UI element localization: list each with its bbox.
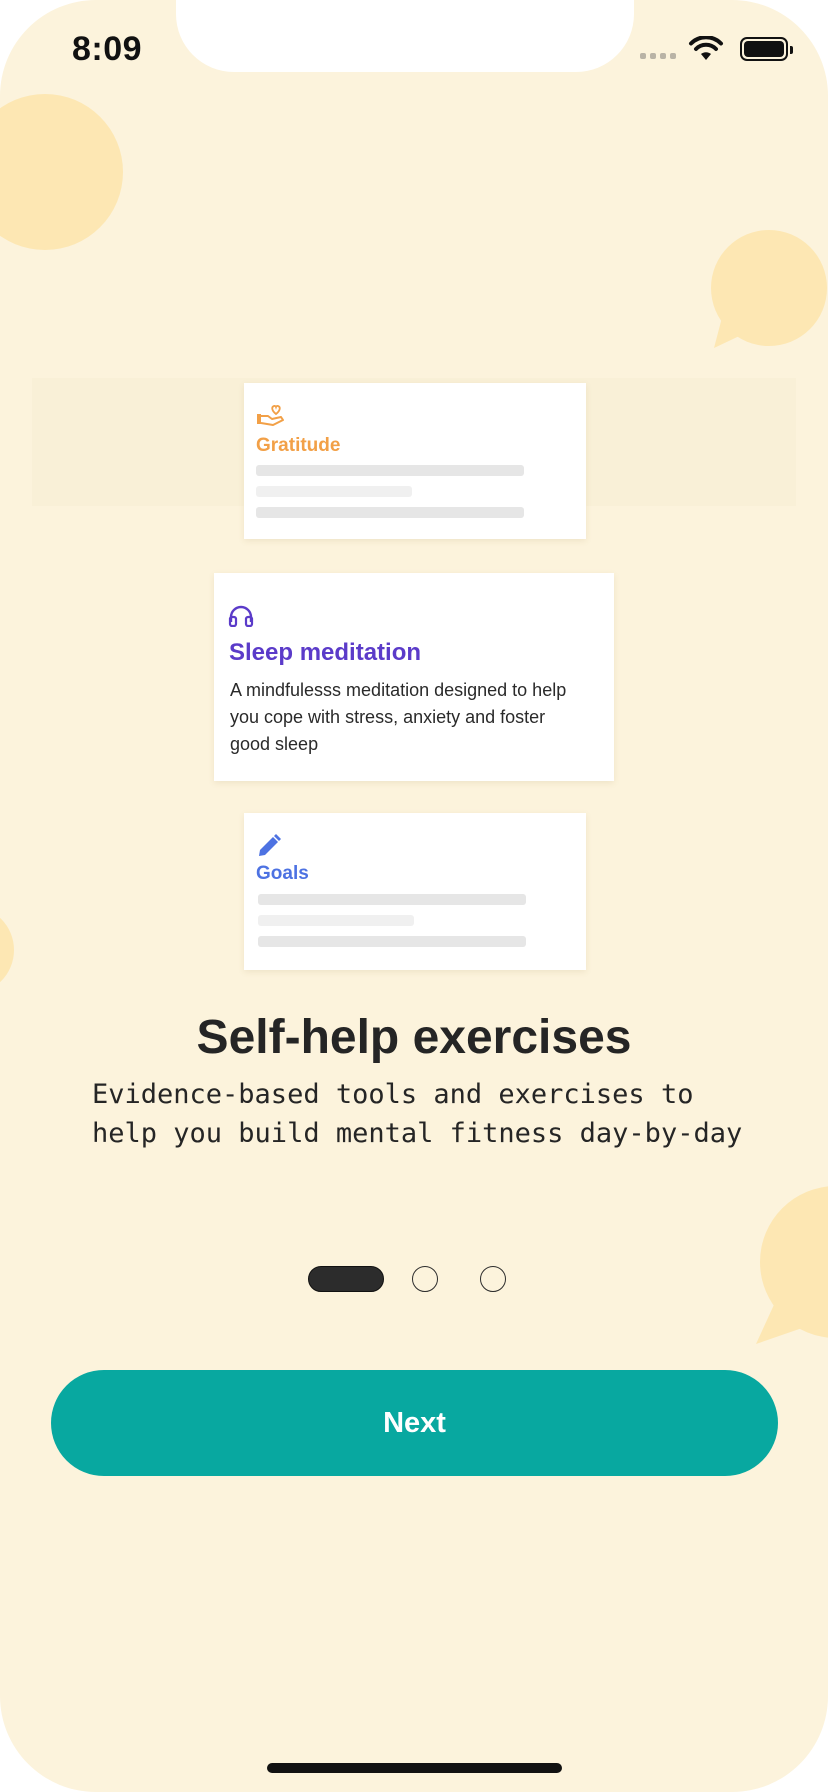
sleep-meditation-card[interactable]: Sleep meditation A mindfulesss meditatio…	[214, 573, 614, 781]
pencil-icon	[259, 834, 281, 856]
sleep-meditation-title: Sleep meditation	[229, 639, 422, 666]
gratitude-card: Gratitude	[244, 383, 586, 539]
placeholder-line	[258, 915, 414, 926]
decorative-bubble	[0, 94, 123, 250]
gratitude-title: Gratitude	[256, 435, 341, 456]
sleep-meditation-description: A mindfulesss meditation designed to hel…	[230, 680, 567, 754]
goals-title: Goals	[256, 863, 309, 884]
onboarding-headline: Self-help exercises	[196, 1011, 632, 1064]
placeholder-line	[256, 486, 412, 497]
page-dot[interactable]	[480, 1266, 506, 1292]
decorative-bubble	[0, 917, 14, 983]
placeholder-line	[256, 507, 524, 518]
speech-bubble-decoration	[711, 230, 827, 348]
next-button[interactable]: Next	[51, 1370, 778, 1476]
placeholder-line	[258, 894, 526, 905]
onboarding-screen: 8:09 Gratitude Sleep meditation A mindfu…	[0, 0, 828, 1792]
battery-icon	[740, 37, 793, 61]
home-indicator[interactable]	[267, 1763, 562, 1773]
page-indicator	[308, 1266, 506, 1292]
hand-heart-icon	[257, 405, 284, 426]
placeholder-line	[258, 936, 526, 947]
page-dot-active[interactable]	[308, 1266, 384, 1292]
page-dot[interactable]	[412, 1266, 438, 1292]
onboarding-subtitle: Evidence-based tools and exercises to he…	[92, 1079, 743, 1149]
device-notch	[176, 0, 634, 72]
wifi-icon	[689, 36, 723, 60]
cellular-signal-icon	[640, 53, 676, 59]
headphones-icon	[228, 605, 254, 627]
goals-card: Goals	[244, 813, 586, 970]
speech-bubble-decoration	[756, 1186, 828, 1344]
status-icons	[640, 36, 793, 62]
status-time: 8:09	[72, 30, 143, 68]
placeholder-line	[256, 465, 524, 476]
